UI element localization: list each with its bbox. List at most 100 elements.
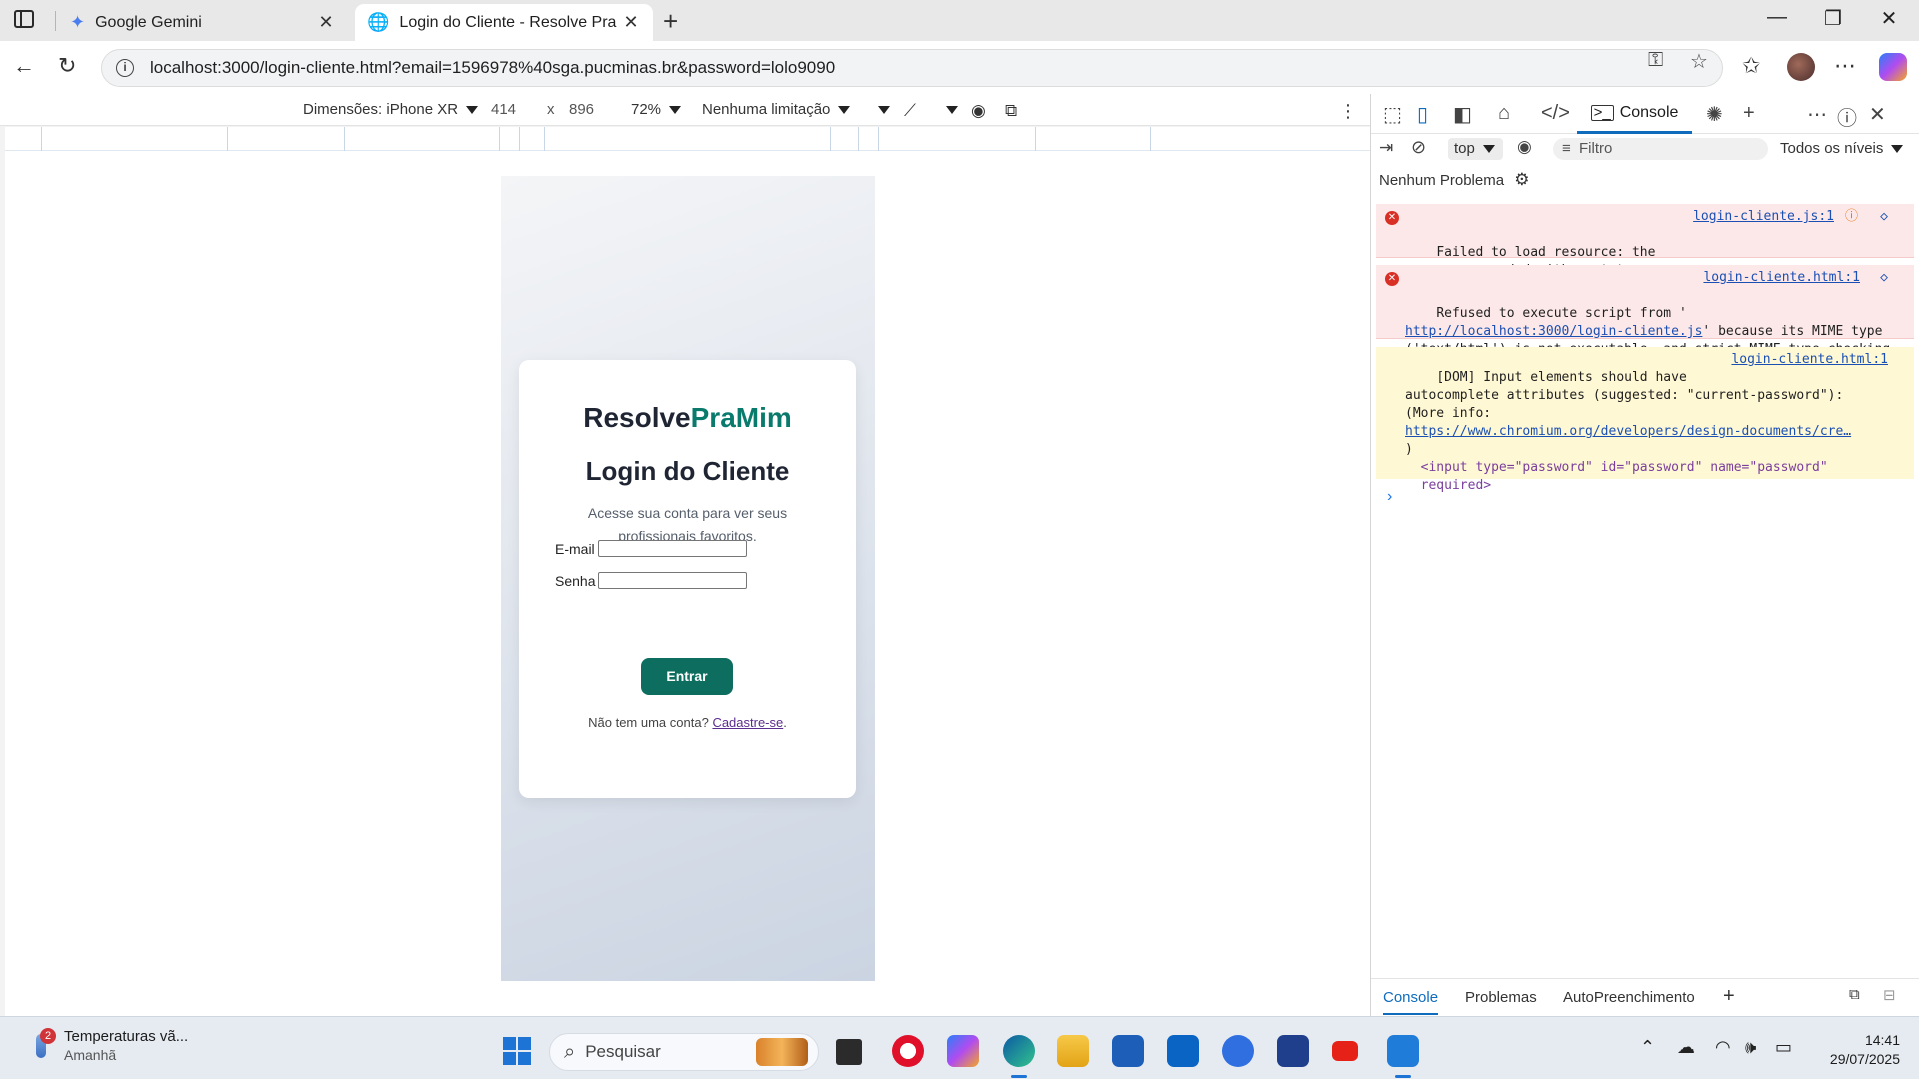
address-bar[interactable]: i localhost:3000/login-cliente.html?emai… (101, 49, 1723, 87)
drawer-tab-autofill[interactable]: AutoPreenchimento (1563, 989, 1695, 1006)
tab-console[interactable]: >_ Console (1577, 94, 1692, 134)
tab-login-cliente[interactable]: 🌐 Login do Cliente - Resolve Pra Mi ✕ (355, 4, 653, 41)
inspect-element-icon[interactable]: ⬚ (1383, 102, 1402, 127)
page-title: Login do Cliente (585, 456, 790, 486)
onedrive-cloud-icon[interactable]: ☁ (1677, 1037, 1695, 1058)
copilot-app-icon[interactable] (947, 1035, 979, 1067)
chevron-down-icon (669, 106, 682, 115)
ai-explain-icon[interactable]: ◇ (1880, 208, 1888, 226)
device-name: Dimensões: iPhone XR (303, 101, 459, 118)
device-height[interactable]: 896 (569, 101, 594, 118)
throttling-select[interactable]: Nenhuma limitação (702, 101, 851, 118)
issues-indicator[interactable]: Nenhum Problema ⚙ (1379, 170, 1529, 190)
close-window-icon[interactable]: ✕ (1866, 6, 1912, 31)
opera-icon[interactable] (892, 1035, 924, 1067)
brand-part-2: PraMim (690, 402, 792, 433)
context-select[interactable]: top (1448, 138, 1503, 160)
elements-icon[interactable]: </> (1541, 102, 1570, 125)
outlook-icon[interactable] (1167, 1035, 1199, 1067)
sync-app-icon[interactable] (1222, 1035, 1254, 1067)
favorite-star-icon[interactable]: ☆ (1690, 49, 1708, 74)
windows-start-icon[interactable] (503, 1037, 531, 1065)
live-expression-icon[interactable]: ◉ (1517, 137, 1532, 157)
password-key-icon[interactable]: ⚿ (1648, 49, 1663, 72)
clear-console-icon[interactable]: ⊘ (1411, 137, 1426, 158)
microsoft-store-icon[interactable] (1112, 1035, 1144, 1067)
context-value: top (1454, 140, 1475, 157)
message-link[interactable]: https://www.chromium.org/developers/desi… (1405, 424, 1851, 439)
add-drawer-tab-icon[interactable]: + (1723, 985, 1735, 1008)
system-clock[interactable]: 14:41 29/07/2025 (1800, 1031, 1900, 1069)
file-explorer-icon[interactable] (1057, 1035, 1089, 1067)
brand-logo: ResolvePraMim (519, 402, 856, 434)
tray-overflow-chevron-icon[interactable]: ⌃ (1640, 1037, 1655, 1058)
back-icon[interactable]: ← (13, 53, 35, 79)
reload-icon[interactable]: ↻ (58, 53, 76, 79)
email-field[interactable] (597, 540, 747, 557)
vision-icon[interactable]: ◉ (971, 101, 986, 121)
volume-icon[interactable]: 🕪 (1745, 1037, 1756, 1058)
debug-icon[interactable]: ✺ (1706, 102, 1723, 127)
close-devtools-icon[interactable]: ✕ (1869, 102, 1886, 127)
device-width[interactable]: 414 (491, 101, 516, 118)
sensor-chevron-icon[interactable] (946, 101, 958, 118)
sidebar-toggle-icon[interactable] (14, 10, 34, 28)
edge-icon[interactable] (1003, 1035, 1035, 1078)
close-tab-icon[interactable]: ✕ (316, 12, 336, 33)
more-options-icon[interactable]: ⋯ (1834, 53, 1856, 79)
vscode-icon[interactable] (1387, 1035, 1419, 1078)
globe-icon: 🌐 (367, 12, 390, 32)
rotate-icon[interactable]: ⧉ (1005, 101, 1017, 121)
drawer-tab-problems[interactable]: Problemas (1465, 989, 1537, 1006)
devtools-tab-bar: ⬚ ▯ ◧ ⌂ </> >_ Console ✺ + ⋯ ⓘ ✕ (1371, 94, 1919, 134)
battery-icon[interactable]: ▭ (1775, 1037, 1792, 1058)
message-source-link[interactable]: login-cliente.html:1 (1703, 269, 1860, 287)
filter-icon: ≡ (1562, 140, 1571, 157)
more-tools-icon[interactable]: ⋯ (1807, 102, 1827, 127)
login-button[interactable]: Entrar (641, 658, 733, 695)
device-select[interactable]: Dimensões: iPhone XR (303, 101, 479, 118)
help-icon[interactable]: ⓘ (1837, 102, 1857, 131)
add-tool-icon[interactable]: + (1743, 102, 1755, 125)
message-source-link[interactable]: login-cliente.js:1 (1693, 208, 1834, 226)
minimize-icon[interactable]: — (1754, 6, 1800, 29)
drawer-tab-console[interactable]: Console (1383, 989, 1439, 1015)
console-prompt[interactable]: › (1387, 488, 1392, 506)
settings-gear-icon[interactable]: ⚙ (1514, 170, 1529, 189)
dock-drawer-icon[interactable]: ⧉ (1849, 986, 1860, 1003)
signup-link[interactable]: Cadastre-se (712, 715, 783, 730)
zoom-select[interactable]: 72% (631, 101, 682, 118)
profile-avatar[interactable] (1787, 53, 1815, 81)
weather-widget[interactable]: 2 Temperaturas vã... Amanhã (30, 1027, 188, 1065)
copilot-icon[interactable] (1879, 53, 1907, 81)
site-info-icon[interactable]: i (116, 59, 134, 77)
rotate-chevron-icon[interactable] (878, 101, 890, 118)
favorites-icon[interactable]: ✩ (1742, 53, 1760, 79)
filter-input[interactable]: ≡ Filtro (1553, 138, 1768, 160)
device-toolbar-icon[interactable]: ▯ (1417, 102, 1428, 127)
powershell-icon[interactable] (1277, 1035, 1309, 1067)
close-tab-icon[interactable]: ✕ (621, 12, 641, 33)
message-source-link[interactable]: login-cliente.html:1 (1731, 351, 1888, 369)
restore-icon[interactable]: ❐ (1810, 6, 1856, 31)
wifi-icon[interactable]: ◠ (1715, 1037, 1731, 1058)
url-text[interactable]: localhost:3000/login-cliente.html?email=… (150, 58, 835, 78)
log-levels-select[interactable]: Todos os níveis (1780, 140, 1904, 157)
close-drawer-icon[interactable]: ⊟ (1883, 986, 1896, 1004)
message-link[interactable]: http://localhost:3000/login-cliente.js (1405, 324, 1702, 339)
task-view-icon[interactable] (836, 1039, 862, 1065)
ai-explain-icon[interactable]: ◇ (1880, 269, 1888, 287)
tab-google-gemini[interactable]: ✦ Google Gemini ✕ (58, 4, 348, 41)
sidebar-toggle-icon[interactable]: ⇥ (1379, 138, 1393, 158)
youtube-icon[interactable] (1332, 1041, 1358, 1061)
network-icon[interactable]: ⓘ (1845, 208, 1858, 226)
tab-title: Google Gemini (95, 13, 202, 31)
sensor-icon[interactable]: ⟋ (904, 101, 916, 121)
more-options-icon[interactable]: ⋮ (1339, 101, 1357, 122)
taskbar-search[interactable]: ⌕ Pesquisar (549, 1033, 819, 1071)
welcome-home-icon[interactable]: ⌂ (1498, 102, 1510, 125)
dock-side-icon[interactable]: ◧ (1453, 102, 1472, 127)
new-tab-icon[interactable]: + (663, 6, 678, 37)
password-field[interactable] (598, 572, 748, 589)
thermometer-icon: 2 (30, 1028, 56, 1062)
